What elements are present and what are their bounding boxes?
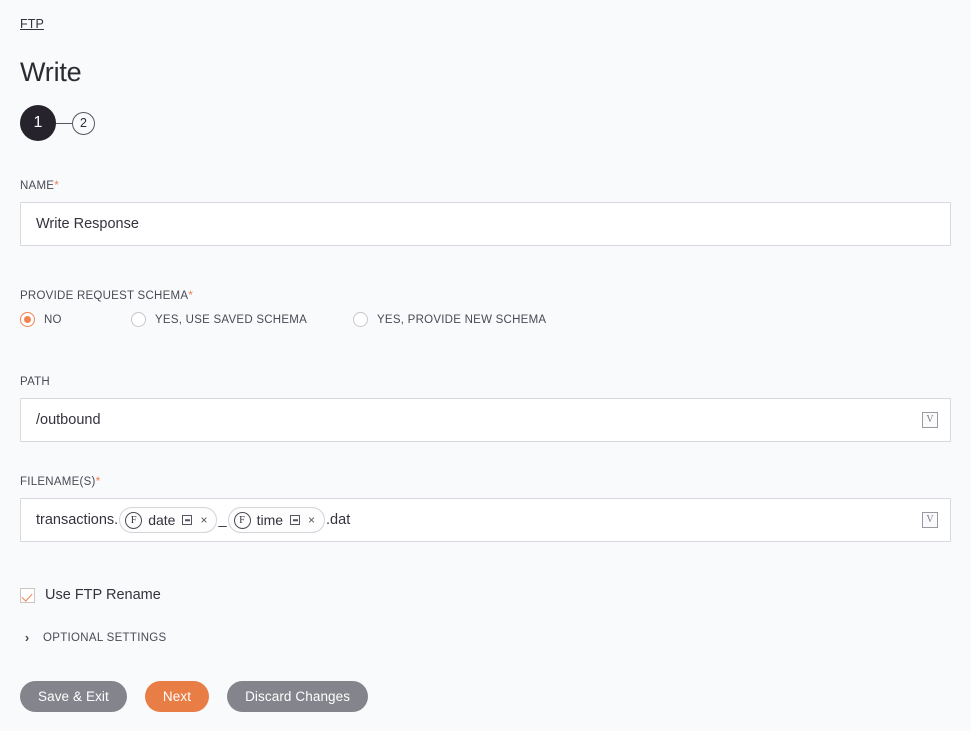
radio-icon	[131, 312, 146, 327]
chevron-right-icon: ›	[24, 630, 30, 645]
filename-token-time[interactable]: F time ×	[227, 507, 326, 533]
stepper-step-2[interactable]: 2	[72, 111, 95, 135]
checkbox-icon[interactable]	[20, 587, 35, 603]
name-input-value: Write Response	[36, 216, 139, 232]
filename-token-label: time	[256, 512, 284, 528]
page-title: Write	[20, 57, 82, 87]
filenames-prefix-text: transactions.	[36, 512, 119, 528]
ftp-write-page: FTP Write 1 2 NAME* Write Response PROVI…	[0, 0, 971, 731]
close-icon[interactable]: ×	[308, 514, 315, 526]
field-provide-request-schema: PROVIDE REQUEST SCHEMA* NO YES, USE SAVE…	[20, 288, 951, 327]
field-badge-icon: F	[233, 511, 251, 529]
radio-label-yes-provide-new-schema: YES, PROVIDE NEW SCHEMA	[377, 313, 547, 326]
name-label: NAME*	[20, 178, 60, 192]
required-asterisk: *	[54, 178, 60, 192]
filenames-label: FILENAME(S)*	[20, 474, 101, 488]
filename-token-label: date	[148, 512, 176, 528]
use-ftp-rename-label: Use FTP Rename	[45, 587, 161, 603]
optional-settings-label: OPTIONAL SETTINGS	[43, 631, 167, 644]
save-and-exit-button[interactable]: Save & Exit	[20, 681, 127, 712]
use-ftp-rename-checkbox-row[interactable]: Use FTP Rename	[20, 587, 161, 603]
filenames-input[interactable]: transactions. F date × _ F time × .dat V	[20, 498, 951, 542]
field-name: NAME* Write Response	[20, 178, 951, 246]
radio-option-yes-provide-new-schema[interactable]: YES, PROVIDE NEW SCHEMA	[353, 312, 546, 327]
provide-request-schema-label: PROVIDE REQUEST SCHEMA*	[20, 288, 194, 302]
radio-option-yes-use-saved-schema[interactable]: YES, USE SAVED SCHEMA	[131, 312, 353, 327]
action-button-bar: Save & Exit Next Discard Changes	[20, 681, 369, 712]
window-icon[interactable]	[182, 515, 193, 525]
window-icon[interactable]	[290, 515, 301, 525]
field-filenames: FILENAME(S)* transactions. F date × _ F …	[20, 474, 951, 542]
stepper: 1 2	[20, 105, 95, 141]
radio-option-no[interactable]: NO	[20, 312, 131, 327]
radio-label-no: NO	[44, 313, 62, 326]
stepper-step-1[interactable]: 1	[20, 105, 56, 141]
next-button[interactable]: Next	[144, 681, 210, 712]
radio-label-yes-use-saved-schema: YES, USE SAVED SCHEMA	[155, 313, 308, 326]
radio-icon-selected	[20, 312, 35, 327]
stepper-connector	[56, 122, 72, 124]
optional-settings-toggle[interactable]: › OPTIONAL SETTINGS	[20, 630, 167, 645]
breadcrumb-ftp[interactable]: FTP	[20, 16, 44, 32]
filenames-separator-text: _	[218, 512, 227, 528]
path-label: PATH	[20, 376, 50, 388]
chevron-down-icon[interactable]: V	[922, 512, 938, 528]
provide-request-schema-radio-group: NO YES, USE SAVED SCHEMA YES, PROVIDE NE…	[20, 312, 951, 327]
close-icon[interactable]: ×	[200, 514, 207, 526]
discard-changes-button[interactable]: Discard Changes	[227, 681, 369, 712]
filenames-suffix-text: .dat	[326, 512, 351, 528]
radio-icon	[353, 312, 368, 327]
field-badge-icon: F	[125, 511, 143, 529]
path-input[interactable]: /outbound V	[20, 398, 951, 442]
required-asterisk: *	[95, 474, 101, 488]
filename-token-date[interactable]: F date ×	[119, 507, 218, 533]
field-path: PATH /outbound V	[20, 374, 951, 442]
name-input[interactable]: Write Response	[20, 202, 951, 246]
path-input-value: /outbound	[36, 412, 101, 428]
chevron-down-icon[interactable]: V	[922, 412, 938, 428]
required-asterisk: *	[188, 288, 194, 302]
